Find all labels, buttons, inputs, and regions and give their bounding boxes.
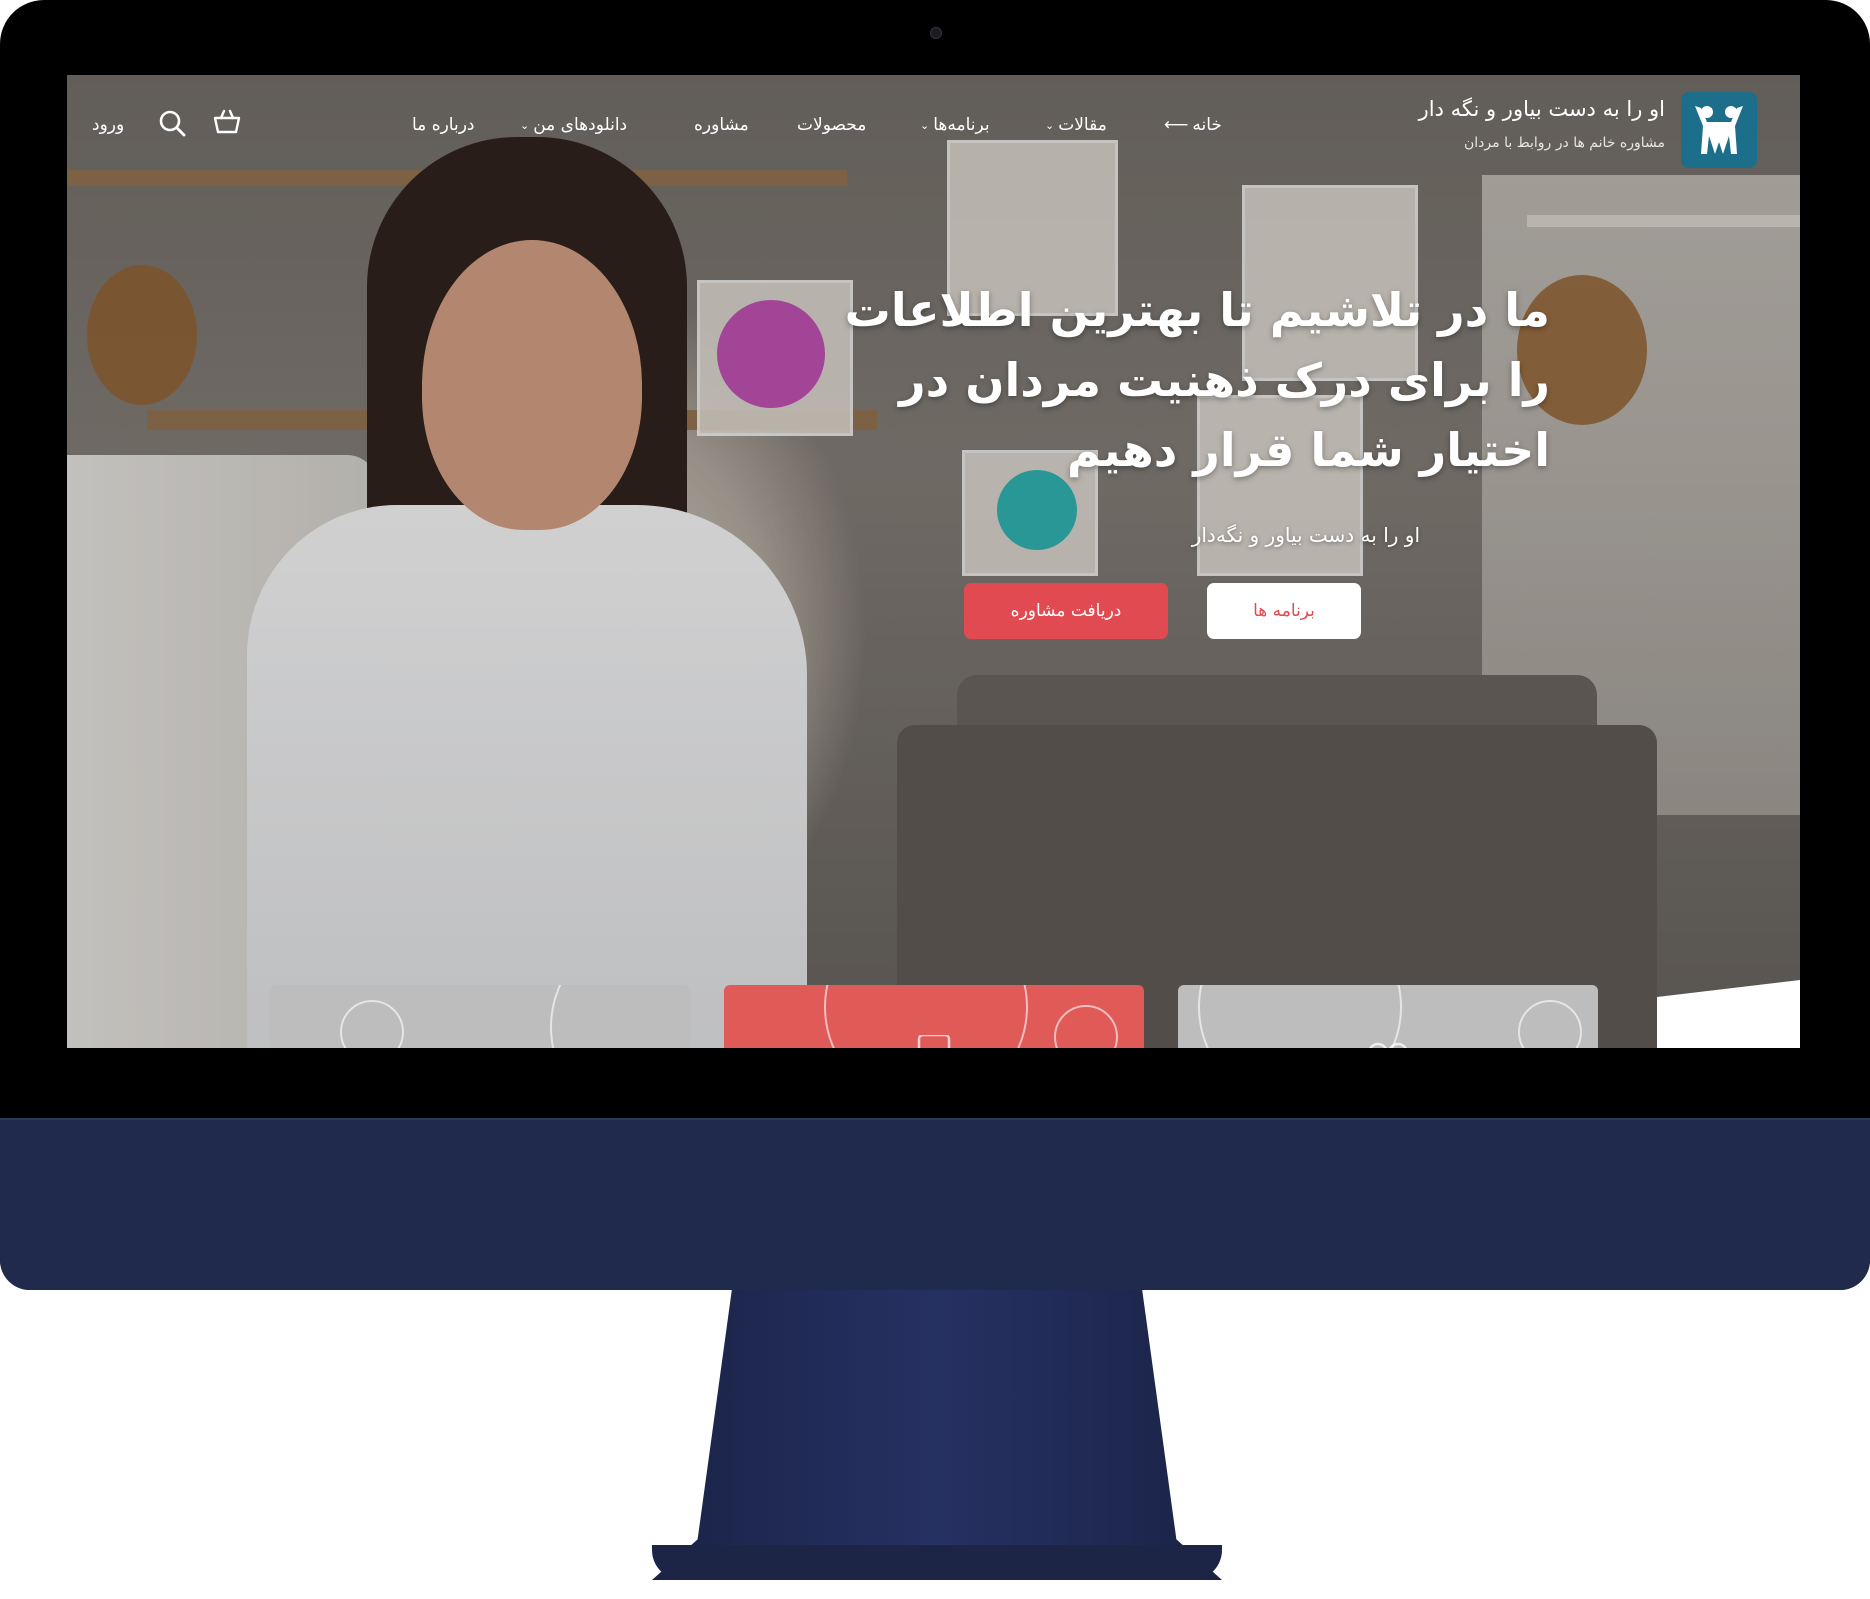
nav-item-label: مقالات bbox=[1058, 115, 1107, 135]
nav-item-about[interactable]: درباره ما bbox=[412, 115, 475, 135]
nav-item-downloads[interactable]: دانلودهای من ⌄ bbox=[520, 115, 627, 135]
feature-card[interactable] bbox=[1178, 985, 1598, 1048]
arrow-left-icon: ⟵ bbox=[1164, 115, 1189, 135]
get-consultation-button[interactable]: دریافت مشاوره bbox=[964, 583, 1168, 639]
programs-button[interactable]: برنامه ها bbox=[1207, 583, 1361, 639]
nav-item-consultation[interactable]: مشاوره bbox=[694, 115, 749, 135]
site-header: او را به دست بیاور و نگه دار مشاوره خانم… bbox=[67, 75, 1800, 175]
basket-icon[interactable] bbox=[212, 109, 242, 139]
monitor-frame: او را به دست بیاور و نگه دار مشاوره خانم… bbox=[0, 0, 1870, 1290]
feature-card[interactable] bbox=[270, 985, 690, 1048]
nav-item-label: برنامه‌ها bbox=[933, 115, 990, 135]
chevron-down-icon: ⌄ bbox=[1045, 118, 1055, 132]
family-logo-icon bbox=[1695, 106, 1743, 154]
hero-subtitle: او را به دست بیاور و نگه‌دار bbox=[1191, 523, 1420, 547]
feature-card[interactable] bbox=[724, 985, 1144, 1048]
nav-item-label: مشاوره bbox=[694, 115, 749, 135]
ring-decoration bbox=[1518, 1000, 1582, 1048]
nav-item-label: خانه bbox=[1192, 115, 1222, 135]
hero-overlay bbox=[67, 75, 1800, 1048]
camera-icon bbox=[930, 27, 942, 39]
monitor-stand-base bbox=[652, 1545, 1222, 1580]
ring-decoration bbox=[550, 985, 690, 1048]
brand-title[interactable]: او را به دست بیاور و نگه دار bbox=[1419, 97, 1665, 121]
users-icon bbox=[1369, 1042, 1407, 1048]
nav-item-label: درباره ما bbox=[412, 115, 475, 135]
site-logo[interactable] bbox=[1681, 92, 1757, 168]
website-screen: او را به دست بیاور و نگه دار مشاوره خانم… bbox=[67, 75, 1800, 1048]
chevron-down-icon: ⌄ bbox=[520, 118, 530, 132]
chevron-down-icon: ⌄ bbox=[920, 118, 930, 132]
monitor-stand bbox=[652, 1290, 1222, 1580]
hero-title: ما در تلاشیم تا بهترین اطلاعات را برای د… bbox=[844, 283, 1550, 477]
ring-decoration bbox=[340, 1000, 404, 1048]
nav-item-label: دانلودهای من bbox=[533, 115, 628, 135]
login-link[interactable]: ورود bbox=[92, 115, 124, 135]
nav-item-home[interactable]: خانه ⟵ bbox=[1164, 115, 1222, 135]
nav-item-programs[interactable]: برنامه‌ها ⌄ bbox=[920, 115, 990, 135]
nav-item-articles[interactable]: مقالات ⌄ bbox=[1045, 115, 1107, 135]
phone-icon bbox=[917, 1035, 951, 1048]
main-nav: خانه ⟵ مقالات ⌄ برنامه‌ها ⌄ محصولات مشاو… bbox=[67, 115, 1237, 145]
nav-item-products[interactable]: محصولات bbox=[797, 115, 866, 135]
monitor-chin bbox=[0, 1118, 1870, 1290]
nav-item-label: محصولات bbox=[797, 115, 867, 135]
search-icon[interactable] bbox=[158, 109, 186, 141]
ring-decoration bbox=[1054, 1005, 1118, 1048]
brand-subtitle: مشاوره خانم ها در روابط با مردان bbox=[1464, 135, 1665, 151]
